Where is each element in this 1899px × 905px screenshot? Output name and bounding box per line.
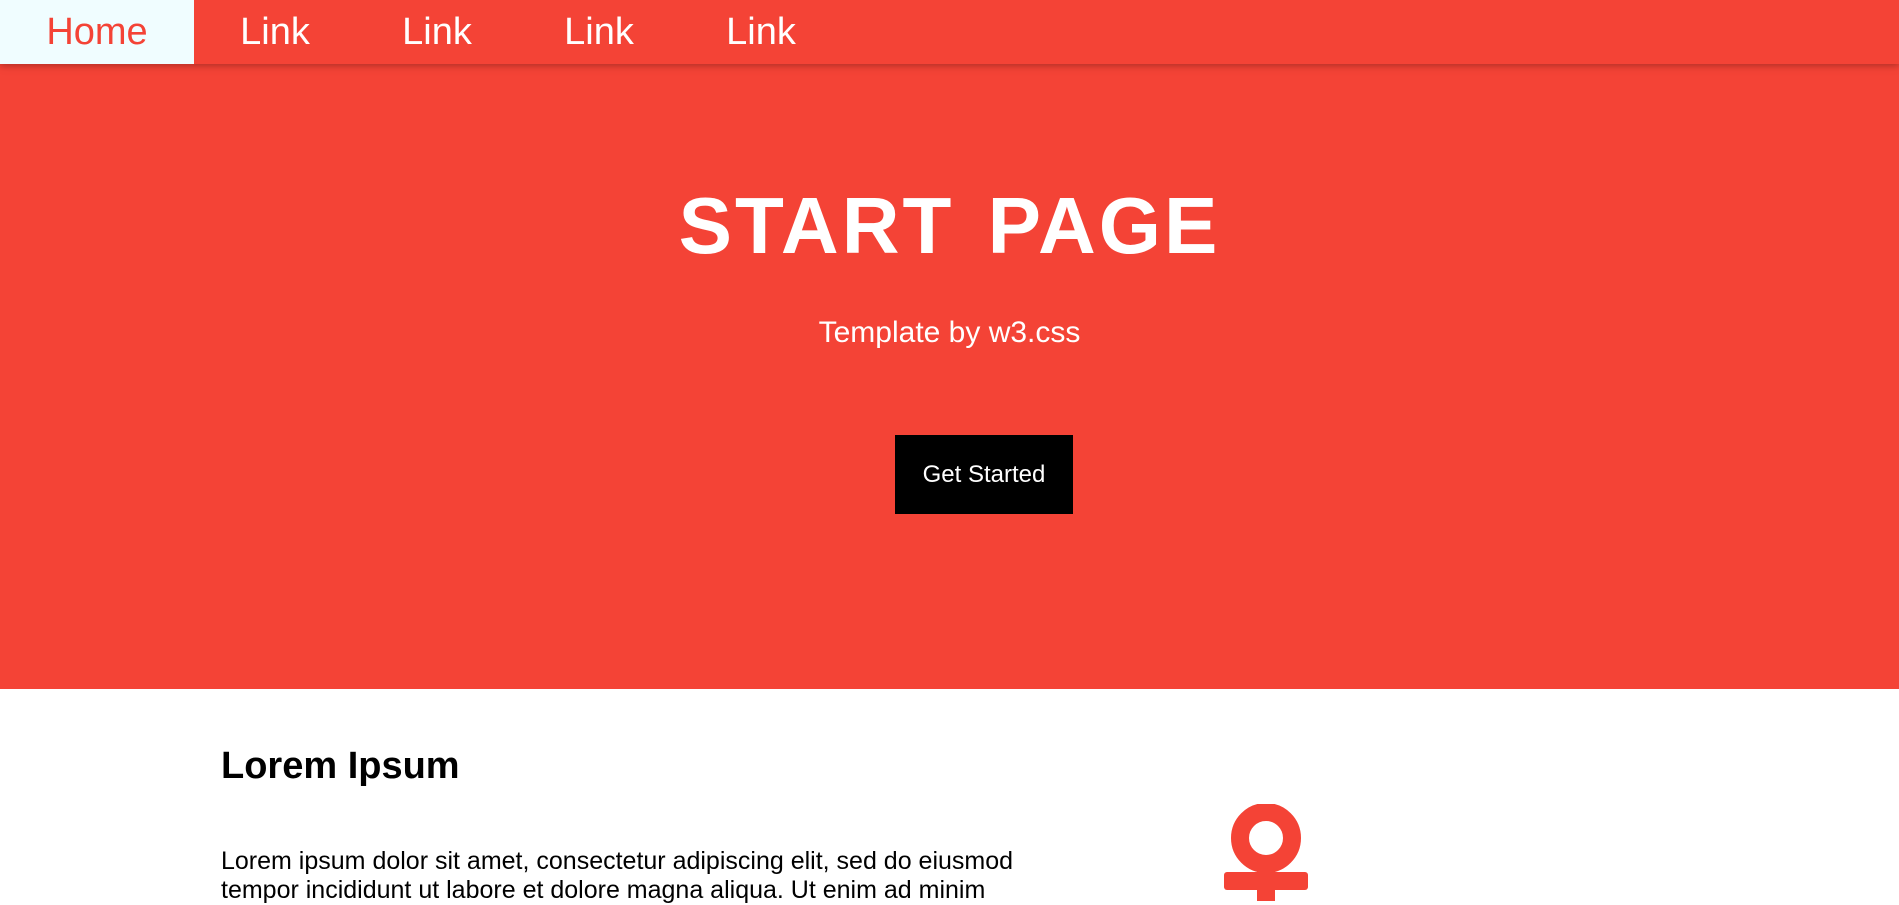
hero-title: START PAGE — [678, 181, 1221, 270]
anchor-icon — [1224, 804, 1308, 901]
nav-link-4[interactable]: Link — [680, 0, 842, 64]
hero-section: START PAGE Template by w3.css Get Starte… — [0, 64, 1899, 689]
nav-link-1[interactable]: Link — [194, 0, 356, 64]
top-navbar: Home Link Link Link Link — [0, 0, 1899, 64]
nav-home-link[interactable]: Home — [0, 0, 194, 64]
section-paragraph: Lorem ipsum dolor sit amet, consectetur … — [221, 847, 1014, 904]
nav-link-2[interactable]: Link — [356, 0, 518, 64]
nav-link-3[interactable]: Link — [518, 0, 680, 64]
get-started-button[interactable]: Get Started — [895, 435, 1073, 514]
content-section: Lorem Ipsum Lorem ipsum dolor sit amet, … — [0, 689, 1899, 904]
section-heading: Lorem Ipsum — [221, 745, 460, 787]
hero-subtitle: Template by w3.css — [818, 316, 1081, 349]
